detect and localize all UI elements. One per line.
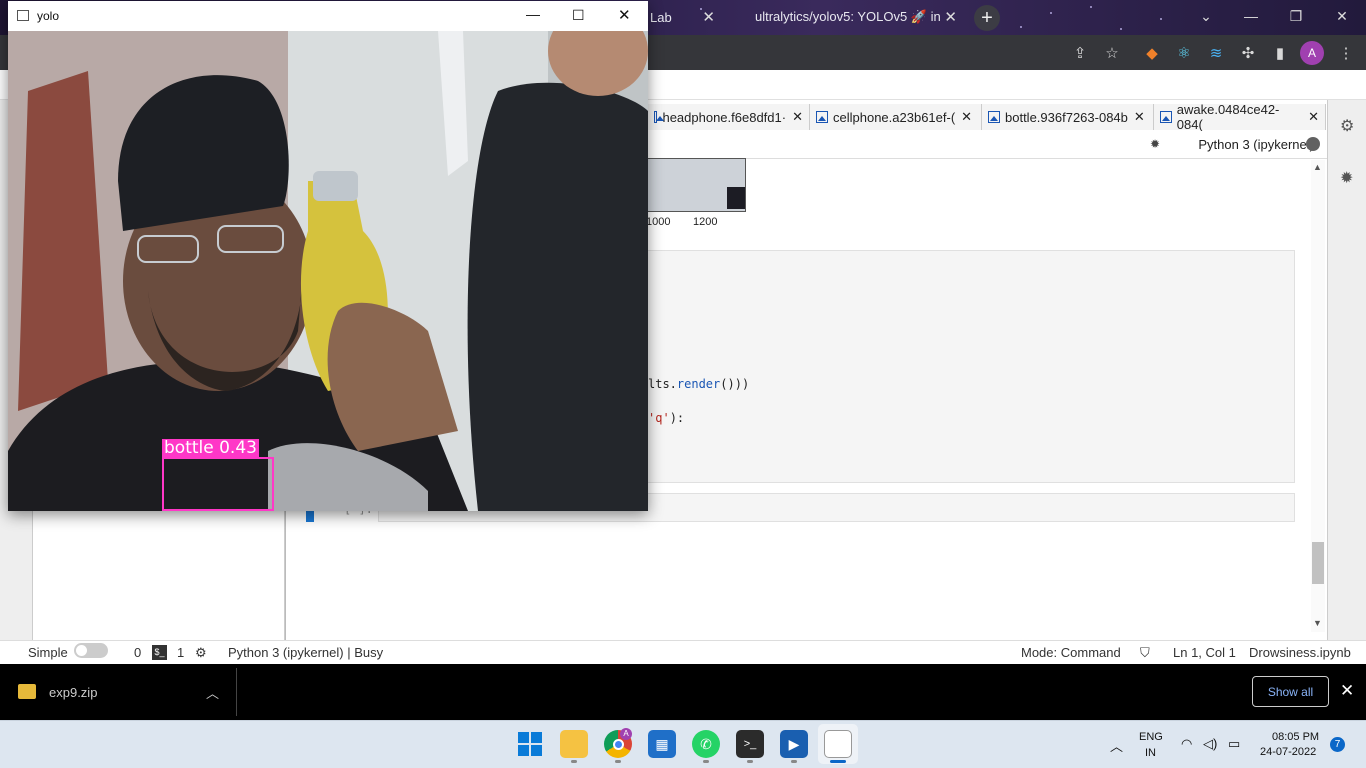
plot-tick-label: 1200 <box>693 216 718 228</box>
wifi-icon[interactable]: ◠ <box>1181 736 1192 752</box>
whatsapp-icon[interactable]: ✆ <box>692 730 720 758</box>
active-indicator <box>830 760 846 763</box>
media-player-icon[interactable]: ▶ <box>780 730 808 758</box>
more-menu-icon[interactable]: ⋮ <box>1336 43 1356 63</box>
tab-label: ultralytics/yolov5: YOLOv5 🚀 in <box>755 9 941 24</box>
doc-tab-bottle[interactable]: bottle.936f7263-084b ✕ <box>982 104 1154 130</box>
running-indicator <box>791 760 797 763</box>
chevron-up-icon[interactable]: ︿ <box>206 683 219 702</box>
chrome-profile-badge: A <box>620 728 632 740</box>
scrollbar-thumb[interactable] <box>1312 542 1324 584</box>
battery-icon[interactable]: ▭ <box>1228 736 1240 752</box>
react-devtools-icon[interactable]: ⚛ <box>1174 43 1194 63</box>
close-icon[interactable]: ✕ <box>702 8 715 26</box>
yolo-titlebar[interactable]: yolo — ☐ ✕ <box>8 1 648 31</box>
close-icon[interactable]: ✕ <box>961 109 972 125</box>
profile-avatar[interactable]: A <box>1300 41 1324 65</box>
running-indicator <box>571 760 577 763</box>
minimize-icon[interactable]: — <box>1228 0 1274 32</box>
tab-search-icon[interactable]: ⌄ <box>1183 0 1229 32</box>
running-indicator <box>615 760 621 763</box>
terminal-count: 0 <box>134 645 142 660</box>
image-file-icon <box>816 111 828 123</box>
file-explorer-icon[interactable] <box>560 730 588 758</box>
microsoft-store-icon[interactable]: ▦ <box>648 730 676 758</box>
doc-tab-cellphone[interactable]: cellphone.a23b61ef-( ✕ <box>810 104 982 130</box>
simple-mode-toggle[interactable] <box>74 643 108 658</box>
cursor-position[interactable]: Ln 1, Col 1 <box>1173 645 1236 660</box>
output-plot-image <box>646 158 746 212</box>
terminal-app-icon[interactable]: >_ <box>736 730 764 758</box>
kernel-name[interactable]: Python 3 (ipykernel) <box>1198 137 1314 152</box>
editor-mode: Mode: Command <box>1021 645 1121 660</box>
webcam-frame <box>8 31 648 511</box>
current-file-name: Drowsiness.ipynb <box>1249 645 1351 660</box>
kernel-debug-icon[interactable]: ✹ <box>1150 137 1160 151</box>
zip-file-icon <box>18 684 36 699</box>
close-icon[interactable]: ✕ <box>1134 109 1145 125</box>
image-file-icon <box>988 111 1000 123</box>
window-title: yolo <box>37 9 60 23</box>
download-item-name[interactable]: exp9.zip <box>49 685 97 700</box>
close-icon[interactable]: ✕ <box>792 109 803 125</box>
chevron-up-icon[interactable]: ︿ <box>1110 736 1123 755</box>
notification-badge[interactable]: 7 <box>1330 737 1345 752</box>
close-icon[interactable]: ✕ <box>1308 109 1319 125</box>
property-inspector-icon[interactable]: ⚙ <box>1340 116 1354 136</box>
minimize-icon[interactable]: — <box>526 6 540 22</box>
tab-label: Lab <box>650 9 672 25</box>
clock-time[interactable]: 08:05 PM <box>1272 731 1319 743</box>
code-line: 'q'): <box>648 411 685 425</box>
clock-date[interactable]: 24-07-2022 <box>1260 746 1316 758</box>
running-indicator <box>747 760 753 763</box>
close-icon[interactable]: ✕ <box>944 8 957 26</box>
bookmark-star-icon[interactable]: ☆ <box>1102 43 1122 63</box>
tab-yolov5-github[interactable]: ultralytics/yolov5: YOLOv5 🚀 in ✕ <box>745 2 967 32</box>
divider <box>236 668 237 716</box>
new-tab-button[interactable]: + <box>974 5 1000 31</box>
close-icon[interactable]: ✕ <box>618 6 631 24</box>
language-bottom[interactable]: IN <box>1145 747 1156 759</box>
document-app-icon[interactable] <box>824 730 852 758</box>
kernel-status-indicator <box>1306 137 1320 151</box>
debugger-icon[interactable]: ✹ <box>1340 168 1353 188</box>
metamask-icon[interactable]: ◆ <box>1142 43 1162 63</box>
terminal-icon[interactable]: $_ <box>152 645 167 660</box>
doc-tab-headphone[interactable]: headphone.f6e8dfd1· ✕ <box>648 104 810 130</box>
wifi-extension-icon[interactable]: ≋ <box>1206 43 1226 63</box>
scroll-up-icon[interactable]: ▲ <box>1313 162 1322 172</box>
extensions-puzzle-icon[interactable]: ✣ <box>1238 43 1258 63</box>
doc-tab-awake[interactable]: awake.0484ce42-084( ✕ <box>1154 102 1326 132</box>
scroll-down-icon[interactable]: ▼ <box>1313 618 1322 628</box>
restore-icon[interactable]: ❐ <box>1273 0 1319 32</box>
image-file-icon <box>654 111 666 123</box>
window-app-icon <box>17 10 29 21</box>
detection-bounding-box <box>162 457 274 511</box>
volume-icon[interactable]: ◁) <box>1203 736 1217 752</box>
tab-jupyterlab[interactable]: Lab ✕ <box>640 2 725 32</box>
share-icon[interactable]: ⇪ <box>1070 43 1090 63</box>
side-panel-icon[interactable]: ▮ <box>1270 43 1290 63</box>
show-all-button[interactable]: Show all <box>1252 676 1329 707</box>
trusted-shield-icon[interactable]: ⛉ <box>1140 645 1150 661</box>
kernel-count: 1 <box>177 645 185 660</box>
code-line: lts.render())) <box>648 377 750 391</box>
running-indicator <box>703 760 709 763</box>
detection-label: bottle 0.43 <box>162 438 259 458</box>
image-file-icon <box>1160 111 1172 123</box>
kernel-settings-icon[interactable]: ⚙ <box>195 645 207 661</box>
close-download-bar-icon[interactable]: ✕ <box>1340 681 1354 701</box>
windows-taskbar <box>0 720 1366 768</box>
language-top[interactable]: ENG <box>1139 731 1163 743</box>
plot-tick-label: 1000 <box>646 216 671 228</box>
jupyter-statusbar: Simple 0 $_ 1 ⚙ Python 3 (ipykernel) | B… <box>0 640 1366 664</box>
kernel-status[interactable]: Python 3 (ipykernel) | Busy <box>228 645 383 660</box>
close-window-icon[interactable]: ✕ <box>1319 0 1365 32</box>
simple-mode-label: Simple <box>28 645 68 660</box>
download-bar <box>0 664 1366 720</box>
windows-start-icon[interactable] <box>516 730 544 758</box>
maximize-icon[interactable]: ☐ <box>572 7 585 24</box>
